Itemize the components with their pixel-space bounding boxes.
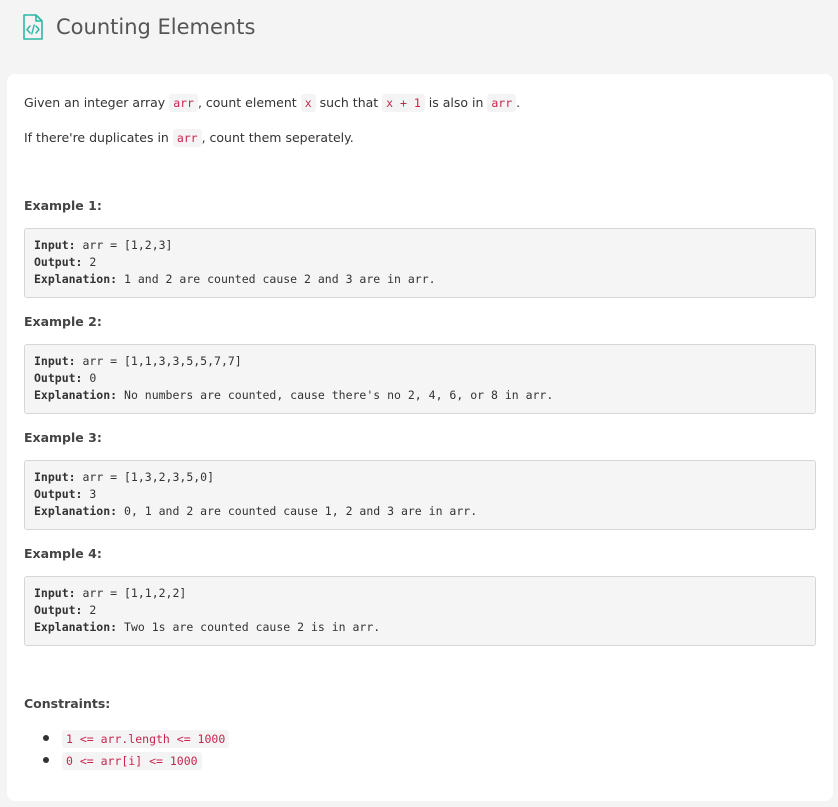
explanation-label: Explanation: bbox=[34, 504, 118, 518]
example-explanation-line: Explanation: 0, 1 and 2 are counted caus… bbox=[34, 504, 477, 518]
example-input-line: Input: arr = [1,1,3,3,5,5,7,7] bbox=[34, 354, 242, 368]
constraint-code: 1 <= arr.length <= 1000 bbox=[62, 730, 230, 748]
example-explanation-line: Explanation: Two 1s are counted cause 2 … bbox=[34, 620, 380, 634]
description-text: is also in bbox=[424, 95, 488, 110]
example-output-line: Output: 0 bbox=[34, 371, 96, 385]
input-label: Input: bbox=[34, 586, 76, 600]
input-label: Input: bbox=[34, 354, 76, 368]
example-output-line: Output: 3 bbox=[34, 487, 96, 501]
bullet-icon bbox=[43, 735, 49, 741]
description-text: , count element bbox=[197, 95, 301, 110]
explanation-value: 0, 1 and 2 are counted cause 1, 2 and 3 … bbox=[117, 504, 478, 518]
list-item: 1 <= arr.length <= 1000 bbox=[24, 728, 230, 750]
inline-code: arr bbox=[169, 94, 198, 112]
output-label: Output: bbox=[34, 487, 83, 501]
input-label: Input: bbox=[34, 238, 76, 252]
example-heading: Example 1: bbox=[24, 198, 102, 213]
bullet-icon bbox=[43, 757, 49, 763]
inline-code: x bbox=[300, 94, 316, 112]
title-bar: Counting Elements bbox=[22, 12, 255, 42]
description-text: Given an integer array bbox=[24, 95, 170, 110]
constraints-list: 1 <= arr.length <= 1000 0 <= arr[i] <= 1… bbox=[24, 728, 230, 772]
example-input-line: Input: arr = [1,3,2,3,5,0] bbox=[34, 470, 214, 484]
explanation-value: 1 and 2 are counted cause 2 and 3 are in… bbox=[117, 272, 436, 286]
example-output-line: Output: 2 bbox=[34, 255, 96, 269]
list-item: 0 <= arr[i] <= 1000 bbox=[24, 750, 229, 772]
input-label: Input: bbox=[34, 470, 76, 484]
example-heading: Example 3: bbox=[24, 430, 102, 445]
output-label: Output: bbox=[34, 603, 83, 617]
input-value: arr = [1,1,2,2] bbox=[75, 586, 187, 600]
inline-code: arr bbox=[487, 94, 517, 112]
example-code-block: Input: arr = [1,1,2,2] Output: 2 Explana… bbox=[24, 576, 816, 646]
example-heading: Example 2: bbox=[24, 314, 102, 329]
output-label: Output: bbox=[34, 255, 83, 269]
description-text: , count them seperately. bbox=[201, 130, 354, 145]
output-value: 2 bbox=[82, 255, 97, 269]
input-value: arr = [1,3,2,3,5,0] bbox=[75, 470, 215, 484]
input-value: arr = [1,1,3,3,5,5,7,7] bbox=[75, 354, 242, 368]
example-input-line: Input: arr = [1,1,2,2] bbox=[34, 586, 186, 600]
output-value: 0 bbox=[82, 371, 97, 385]
example-explanation-line: Explanation: 1 and 2 are counted cause 2… bbox=[34, 272, 436, 286]
description-text: If there're duplicates in bbox=[24, 130, 173, 145]
problem-page: Counting Elements Given an integer array… bbox=[0, 0, 838, 807]
explanation-value: Two 1s are counted cause 2 is in arr. bbox=[117, 620, 381, 634]
problem-description-card: Given an integer array arr, count elemen… bbox=[7, 74, 833, 801]
inline-code: arr bbox=[172, 129, 202, 147]
page-title: Counting Elements bbox=[56, 15, 256, 39]
explanation-label: Explanation: bbox=[34, 388, 118, 402]
explanation-value: No numbers are counted, cause there's no… bbox=[117, 388, 554, 402]
example-output-line: Output: 2 bbox=[34, 603, 96, 617]
example-code-block: Input: arr = [1,2,3] Output: 2 Explanati… bbox=[24, 228, 816, 298]
example-input-line: Input: arr = [1,2,3] bbox=[34, 238, 172, 252]
constraint-code: 0 <= arr[i] <= 1000 bbox=[62, 752, 202, 770]
description-paragraph-2: If there're duplicates in arr, count the… bbox=[24, 128, 816, 148]
output-value: 3 bbox=[82, 487, 97, 501]
description-text: . bbox=[516, 95, 521, 110]
inline-code: x + 1 bbox=[382, 94, 425, 112]
example-code-block: Input: arr = [1,3,2,3,5,0] Output: 3 Exp… bbox=[24, 460, 816, 530]
constraints-heading: Constraints: bbox=[24, 696, 111, 711]
explanation-label: Explanation: bbox=[34, 620, 118, 634]
description-text: such that bbox=[315, 95, 383, 110]
example-code-block: Input: arr = [1,1,3,3,5,5,7,7] Output: 0… bbox=[24, 344, 816, 414]
code-file-icon bbox=[22, 14, 44, 40]
description-paragraph-1: Given an integer array arr, count elemen… bbox=[24, 93, 816, 113]
example-explanation-line: Explanation: No numbers are counted, cau… bbox=[34, 388, 553, 402]
output-label: Output: bbox=[34, 371, 83, 385]
example-heading: Example 4: bbox=[24, 546, 102, 561]
output-value: 2 bbox=[82, 603, 97, 617]
explanation-label: Explanation: bbox=[34, 272, 118, 286]
input-value: arr = [1,2,3] bbox=[75, 238, 173, 252]
